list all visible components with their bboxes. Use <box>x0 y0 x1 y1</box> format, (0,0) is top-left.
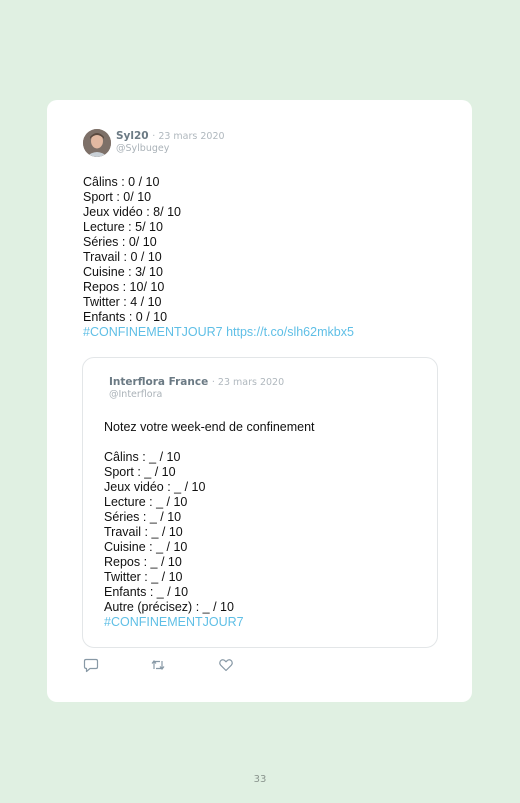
author-name-text[interactable]: Syl20 <box>116 130 149 142</box>
quoted-author-name-text[interactable]: Interflora France <box>109 376 208 388</box>
quoted-hashtag-link[interactable]: #CONFINEMENTJOUR7 <box>104 615 315 630</box>
quoted-line: Repos : _ / 10 <box>104 555 182 569</box>
author-name[interactable]: Syl20 · 23 mars 2020 <box>116 130 225 142</box>
tweet-text: Câlins : 0 / 10 Sport : 0/ 10 Jeux vidéo… <box>83 175 354 340</box>
retweet-icon[interactable] <box>150 657 166 673</box>
quoted-line: Enfants : _ / 10 <box>104 585 189 599</box>
tweet-line: Séries : 0/ 10 <box>83 235 157 249</box>
tweet-line: Twitter : 4 / 10 <box>83 295 162 309</box>
tweet-line: Cuisine : 3/ 10 <box>83 265 163 279</box>
quoted-line: Lecture : _ / 10 <box>104 495 188 509</box>
quoted-line: Séries : _ / 10 <box>104 510 182 524</box>
tweet-line: Lecture : 5/ 10 <box>83 220 163 234</box>
tweet-line: Travail : 0 / 10 <box>83 250 162 264</box>
heart-icon[interactable] <box>218 657 234 673</box>
quoted-author-handle[interactable]: @Interflora <box>109 389 162 400</box>
tweet-line: Câlins : 0 / 10 <box>83 175 160 189</box>
quoted-author-name[interactable]: Interflora France · 23 mars 2020 <box>109 376 284 388</box>
quoted-text: Notez votre week-end de confinement Câli… <box>104 420 315 630</box>
tweet-line: Sport : 0/ 10 <box>83 190 152 204</box>
quoted-intro: Notez votre week-end de confinement <box>104 420 315 434</box>
quoted-line: Autre (précisez) : _ / 10 <box>104 600 234 614</box>
quoted-line: Travail : _ / 10 <box>104 525 183 539</box>
quoted-line: Câlins : _ / 10 <box>104 450 181 464</box>
quoted-line: Twitter : _ / 10 <box>104 570 183 584</box>
quoted-date: · 23 mars 2020 <box>211 377 285 388</box>
tweet-date: · 23 mars 2020 <box>152 131 225 142</box>
hashtag-link[interactable]: #CONFINEMENTJOUR7 https://t.co/slh62mkbx… <box>83 325 354 340</box>
reply-icon[interactable] <box>83 657 99 673</box>
avatar[interactable] <box>83 129 111 157</box>
tweet-line: Enfants : 0 / 10 <box>83 310 168 324</box>
tweet-line: Jeux vidéo : 8/ 10 <box>83 205 181 219</box>
quoted-line: Cuisine : _ / 10 <box>104 540 188 554</box>
tweet-card: Syl20 · 23 mars 2020 @Sylbugey Câlins : … <box>47 100 472 702</box>
quoted-line: Jeux vidéo : _ / 10 <box>104 480 206 494</box>
quoted-tweet[interactable]: Interflora France · 23 mars 2020 @Interf… <box>82 357 438 648</box>
tweet-line: Repos : 10/ 10 <box>83 280 165 294</box>
quoted-line: Sport : _ / 10 <box>104 465 176 479</box>
page-number: 33 <box>253 774 267 785</box>
author-handle[interactable]: @Sylbugey <box>116 143 169 154</box>
